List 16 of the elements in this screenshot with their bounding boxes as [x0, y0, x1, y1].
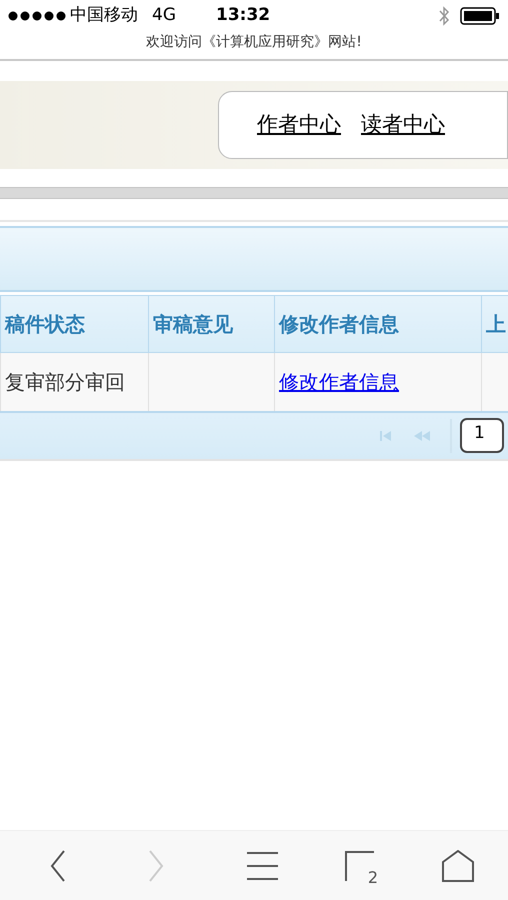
column-header: 稿件状态 — [0, 296, 148, 352]
nav-link[interactable]: 作者中心 — [257, 109, 341, 141]
home-icon[interactable] — [442, 850, 474, 882]
carrier-name: 中国移动 — [70, 4, 138, 28]
page-title: 欢迎访问《计算机应用研究》网站! — [145, 33, 363, 52]
bluetooth-icon — [438, 6, 450, 26]
battery-icon — [460, 7, 500, 25]
nav-link[interactable]: 读者中心 — [361, 109, 445, 141]
network-type: 4G — [152, 4, 176, 28]
table-cell: 复审部分审回 — [5, 370, 125, 394]
menu-icon[interactable] — [247, 852, 278, 880]
signal-icon — [8, 11, 66, 21]
back-icon[interactable] — [50, 850, 66, 882]
clock-time: 13:32 — [216, 4, 270, 28]
page-number-field[interactable]: 1 — [460, 418, 504, 453]
tabs-button[interactable]: 2 — [345, 850, 374, 880]
